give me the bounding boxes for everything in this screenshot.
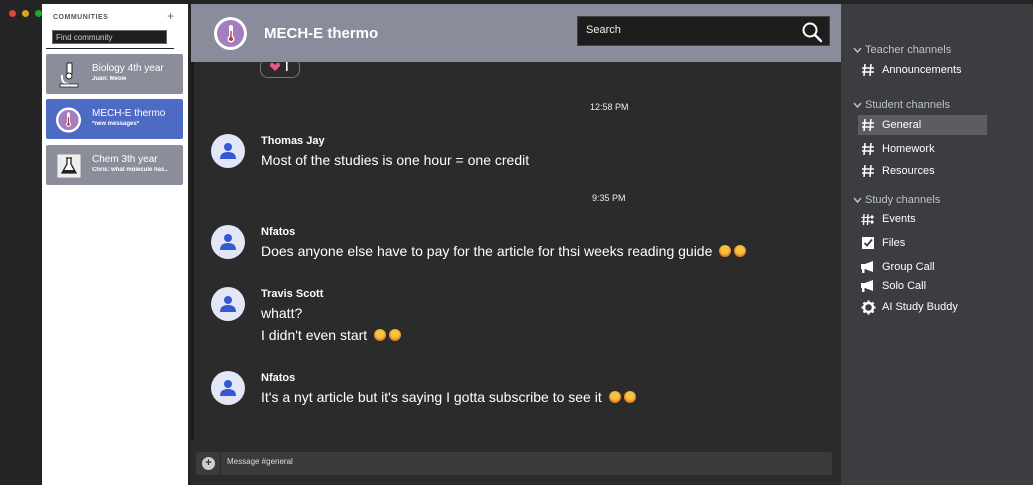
channel-label: Files bbox=[882, 237, 906, 249]
megaphone-icon bbox=[860, 260, 876, 274]
community-name: MECH-E thermo bbox=[92, 108, 166, 119]
user-avatar[interactable] bbox=[211, 134, 245, 168]
microscope-icon bbox=[55, 61, 82, 88]
message-composer[interactable]: + bbox=[196, 452, 832, 475]
community-name: Biology 4th year bbox=[92, 63, 164, 74]
message-author[interactable]: Nfatos bbox=[261, 372, 295, 384]
search-icon[interactable] bbox=[801, 21, 823, 48]
message-author[interactable]: Thomas Jay bbox=[261, 135, 325, 147]
maximize-window-button[interactable] bbox=[35, 10, 42, 17]
thermometer-icon bbox=[55, 106, 82, 133]
channel-avatar bbox=[214, 17, 247, 50]
channel-label: Group Call bbox=[882, 261, 935, 273]
channel-label: General bbox=[882, 119, 922, 131]
app-window: COMMUNITIES + Biology 4th year Juan: Meo… bbox=[0, 0, 1033, 485]
group-label: Teacher channels bbox=[865, 44, 952, 56]
hash-icon bbox=[860, 164, 876, 178]
channel-resources[interactable]: Resources bbox=[858, 161, 935, 181]
flask-icon bbox=[55, 152, 82, 179]
channel-label: Solo Call bbox=[882, 280, 927, 292]
close-window-button[interactable] bbox=[9, 10, 16, 17]
channel-label: Events bbox=[882, 213, 916, 225]
emoji-icon bbox=[608, 391, 621, 403]
chat-area: MECH-E thermo 12:58 PM Thomas Jay Most o… bbox=[191, 4, 841, 485]
channel-group-student[interactable]: Student channels bbox=[853, 99, 950, 111]
chevron-down-icon bbox=[853, 102, 862, 108]
composer-divider bbox=[220, 452, 221, 475]
message-author[interactable]: Travis Scott bbox=[261, 288, 323, 300]
channel-label: AI Study Buddy bbox=[882, 301, 958, 313]
gear-icon bbox=[860, 300, 876, 315]
channel-homework[interactable]: Homework bbox=[858, 139, 935, 159]
channel-title: MECH-E thermo bbox=[264, 25, 379, 42]
channel-group-study[interactable]: Study channels bbox=[853, 194, 940, 206]
community-card-mech-e-thermo[interactable]: MECH-E thermo *new messages* bbox=[46, 99, 183, 139]
message-list[interactable]: 12:58 PM Thomas Jay Most of the studies … bbox=[191, 62, 841, 440]
chevron-down-icon bbox=[853, 197, 862, 203]
message-line: I didn't even start bbox=[261, 327, 402, 343]
message-text: whatt? bbox=[261, 305, 303, 321]
communities-header: COMMUNITIES bbox=[53, 14, 109, 21]
thermometer-icon bbox=[217, 20, 244, 47]
group-label: Study channels bbox=[865, 194, 941, 206]
emoji-icon bbox=[719, 245, 732, 257]
megaphone-icon bbox=[860, 279, 876, 293]
search-input[interactable] bbox=[586, 24, 786, 36]
channel-sidebar: Teacher channels Announcements Student c… bbox=[841, 4, 1033, 485]
hash-icon bbox=[860, 142, 876, 156]
channel-ai-study-buddy[interactable]: AI Study Buddy bbox=[858, 297, 958, 317]
community-card-chem[interactable]: Chem 3th year Chris: what molecule has.. bbox=[46, 145, 183, 185]
add-attachment-icon[interactable]: + bbox=[202, 457, 215, 470]
channel-label: Announcements bbox=[882, 64, 962, 76]
checkbox-icon bbox=[860, 236, 876, 250]
channel-label: Homework bbox=[882, 143, 935, 155]
search-box[interactable] bbox=[577, 16, 830, 46]
emoji-icon bbox=[389, 329, 402, 341]
message-line: It's a nyt article but it's saying I got… bbox=[261, 389, 636, 405]
community-name: Chem 3th year bbox=[92, 154, 158, 165]
events-icon bbox=[860, 213, 876, 226]
chevron-down-icon bbox=[853, 47, 862, 53]
communities-panel: COMMUNITIES + Biology 4th year Juan: Meo… bbox=[42, 4, 188, 485]
chat-header: MECH-E thermo bbox=[191, 4, 841, 62]
group-label: Student channels bbox=[865, 99, 951, 111]
channel-files[interactable]: Files bbox=[858, 233, 905, 253]
message-text: It's a nyt article but it's saying I got… bbox=[261, 389, 602, 405]
channel-events[interactable]: Events bbox=[858, 209, 916, 229]
channel-solo-call[interactable]: Solo Call bbox=[858, 276, 926, 296]
minimize-window-button[interactable] bbox=[22, 10, 29, 17]
message-text: Does anyone else have to pay for the art… bbox=[261, 243, 713, 259]
channel-group-call[interactable]: Group Call bbox=[858, 257, 935, 277]
window-controls bbox=[9, 10, 42, 17]
message-author[interactable]: Nfatos bbox=[261, 226, 295, 238]
emoji-icon bbox=[374, 329, 387, 341]
heart-reaction[interactable] bbox=[260, 62, 300, 78]
message-input[interactable] bbox=[227, 457, 807, 466]
user-avatar[interactable] bbox=[211, 371, 245, 405]
hash-icon bbox=[860, 63, 876, 77]
channel-general[interactable]: General bbox=[858, 115, 987, 135]
timestamp: 12:58 PM bbox=[590, 102, 629, 112]
message-text: Most of the studies is one hour = one cr… bbox=[261, 152, 530, 168]
emoji-icon bbox=[623, 391, 636, 403]
community-card-biology[interactable]: Biology 4th year Juan: Meow bbox=[46, 54, 183, 94]
timestamp: 9:35 PM bbox=[592, 193, 626, 203]
message-text: I didn't even start bbox=[261, 327, 368, 343]
community-last-message: *new messages* bbox=[92, 121, 140, 127]
community-last-message: Chris: what molecule has.. bbox=[92, 167, 168, 173]
channel-group-teacher[interactable]: Teacher channels bbox=[853, 44, 951, 56]
channel-label: Resources bbox=[882, 165, 935, 177]
hash-icon bbox=[860, 118, 876, 132]
find-community-input[interactable] bbox=[52, 30, 167, 44]
add-community-button[interactable]: + bbox=[167, 10, 174, 22]
emoji-icon bbox=[734, 245, 747, 257]
user-avatar[interactable] bbox=[211, 287, 245, 321]
communities-divider bbox=[46, 48, 174, 49]
channel-announcements[interactable]: Announcements bbox=[858, 60, 962, 80]
user-avatar[interactable] bbox=[211, 225, 245, 259]
message-line: Does anyone else have to pay for the art… bbox=[261, 243, 747, 259]
community-last-message: Juan: Meow bbox=[92, 76, 127, 82]
